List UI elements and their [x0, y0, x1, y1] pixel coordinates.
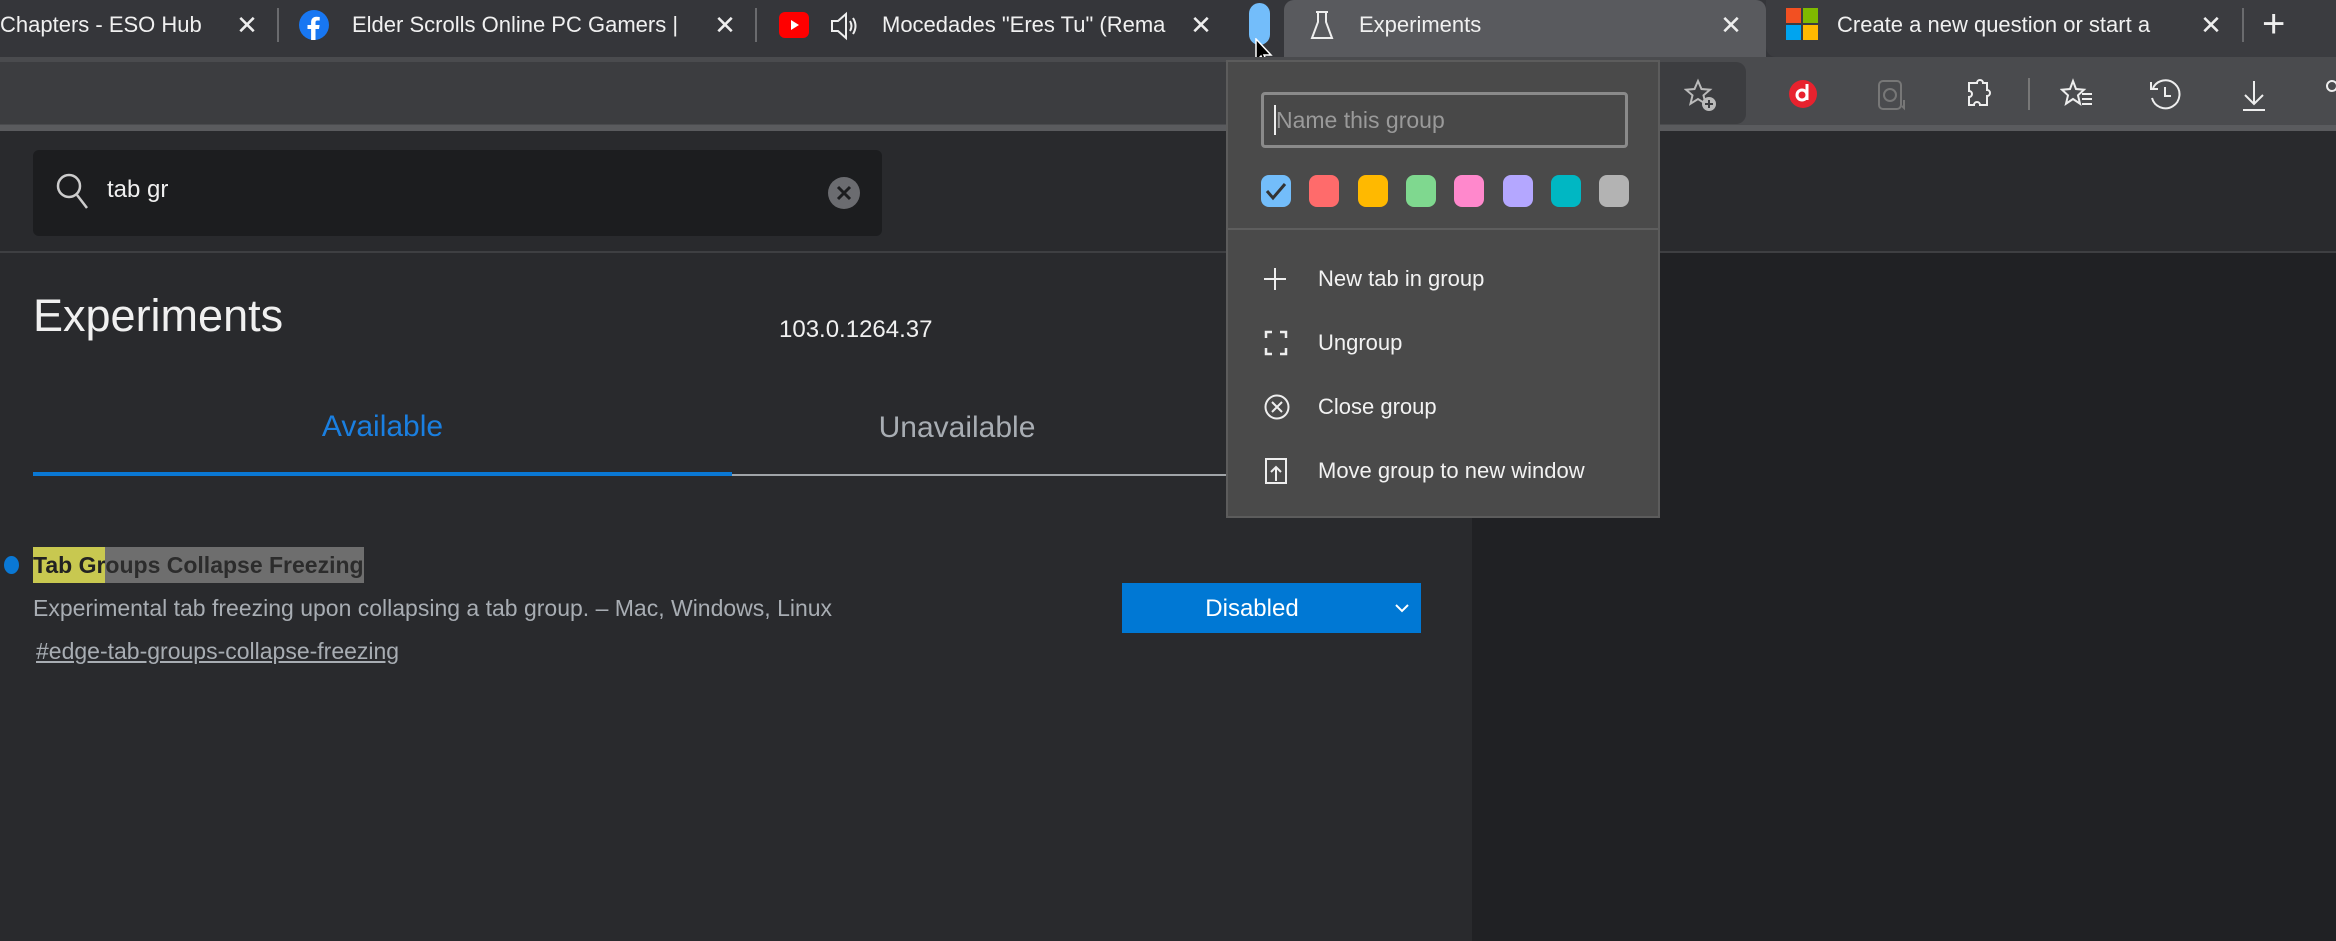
color-swatch[interactable] — [1599, 175, 1630, 207]
menu-divider — [1228, 228, 1658, 230]
experiment-link[interactable]: #edge-tab-groups-collapse-freezing — [36, 638, 399, 665]
tab-indicator — [33, 472, 732, 476]
experiment-title-rest: oups Collapse Freezing — [105, 552, 364, 578]
modified-indicator — [4, 556, 19, 574]
flask-icon — [1310, 11, 1334, 39]
experiment-state-select[interactable]: Disabled — [1122, 583, 1421, 633]
extension-d-icon[interactable] — [1788, 78, 1818, 110]
menu-item-close-group[interactable]: Close group — [1228, 377, 1662, 437]
menu-item-label: New tab in group — [1318, 266, 1485, 291]
tab-separator — [2242, 8, 2244, 42]
close-icon[interactable]: ✕ — [2196, 10, 2226, 41]
tab-available[interactable]: Available — [33, 400, 732, 476]
color-swatch[interactable] — [1261, 175, 1291, 207]
menu-item-label: Ungroup — [1318, 330, 1403, 355]
color-swatch[interactable] — [1309, 175, 1340, 207]
youtube-icon — [779, 12, 809, 38]
group-name-placeholder: Name this group — [1276, 107, 1445, 133]
tab-group-menu: Name this group New tab in group Ungroup… — [1226, 60, 1660, 518]
tab-create-question[interactable]: Create a new question or start a ✕ — [1766, 0, 2242, 57]
color-swatch[interactable] — [1357, 175, 1388, 207]
tab-eso-hub[interactable]: Chapters - ESO Hub ✕ — [0, 0, 276, 57]
experiment-title: Tab Groups Collapse Freezing — [33, 547, 364, 583]
experiment-description: Experimental tab freezing upon collapsin… — [33, 595, 833, 621]
close-circle-icon — [1264, 394, 1290, 420]
plus-icon — [1264, 268, 1286, 290]
group-name-input[interactable]: Name this group — [1261, 92, 1628, 148]
search-icon — [56, 173, 88, 209]
close-icon[interactable]: ✕ — [232, 10, 262, 41]
tab-unavailable-label: Unavailable — [878, 411, 1036, 444]
tab-experiments[interactable]: Experiments ✕ — [1284, 0, 1766, 57]
tab-youtube[interactable]: Mocedades "Eres Tu" (Rema ✕ — [757, 0, 1237, 57]
speaker-icon[interactable] — [829, 10, 859, 42]
version-label: 103.0.1264.37 — [779, 316, 933, 343]
search-input[interactable]: tab gr — [33, 150, 882, 236]
add-favorite-icon[interactable] — [1684, 78, 1720, 114]
close-icon[interactable]: ✕ — [1716, 10, 1746, 41]
downloads-icon[interactable] — [2240, 78, 2268, 112]
clear-search-icon[interactable] — [828, 177, 860, 209]
ungroup-icon — [1264, 330, 1288, 356]
new-tab-button[interactable]: + — [2262, 2, 2285, 47]
select-value: Disabled — [1205, 595, 1299, 622]
color-swatch[interactable] — [1405, 175, 1436, 207]
color-swatch[interactable] — [1454, 175, 1485, 207]
color-swatch[interactable] — [1502, 175, 1533, 207]
page-title: Experiments — [33, 290, 284, 341]
menu-item-new-tab-in-group[interactable]: New tab in group — [1228, 249, 1662, 309]
close-icon[interactable]: ✕ — [710, 10, 740, 41]
close-icon[interactable]: ✕ — [1186, 10, 1216, 41]
extensions-icon[interactable] — [1963, 78, 1995, 112]
menu-item-move-group-to-new-window[interactable]: Move group to new window — [1228, 441, 1662, 501]
tab-title: Mocedades "Eres Tu" (Rema — [882, 12, 1166, 37]
microsoft-icon — [1786, 8, 1818, 40]
toolbar-separator — [2028, 78, 2030, 110]
media-extension-icon[interactable] — [1876, 78, 1908, 112]
more-toolbar-icon[interactable] — [2322, 78, 2336, 112]
favorites-icon[interactable] — [2060, 78, 2096, 112]
chevron-down-icon — [1395, 604, 1409, 613]
menu-item-ungroup[interactable]: Ungroup — [1228, 313, 1662, 373]
checkmark-icon — [1265, 183, 1287, 201]
menu-item-label: Close group — [1318, 394, 1437, 419]
tab-title: Chapters - ESO Hub — [0, 12, 202, 37]
tab-facebook[interactable]: Elder Scrolls Online PC Gamers | ✕ — [279, 0, 755, 57]
history-icon[interactable] — [2148, 78, 2182, 112]
menu-item-label: Move group to new window — [1318, 458, 1585, 483]
search-value: tab gr — [107, 176, 169, 203]
tab-available-label: Available — [321, 410, 444, 443]
search-highlight: Tab Gr — [33, 547, 106, 583]
tab-title: Experiments — [1359, 12, 1482, 37]
tab-title: Create a new question or start a — [1837, 12, 2151, 37]
new-window-icon — [1265, 458, 1287, 484]
color-swatch[interactable] — [1550, 175, 1581, 207]
tab-title: Elder Scrolls Online PC Gamers | — [352, 12, 679, 37]
facebook-icon — [299, 10, 329, 40]
